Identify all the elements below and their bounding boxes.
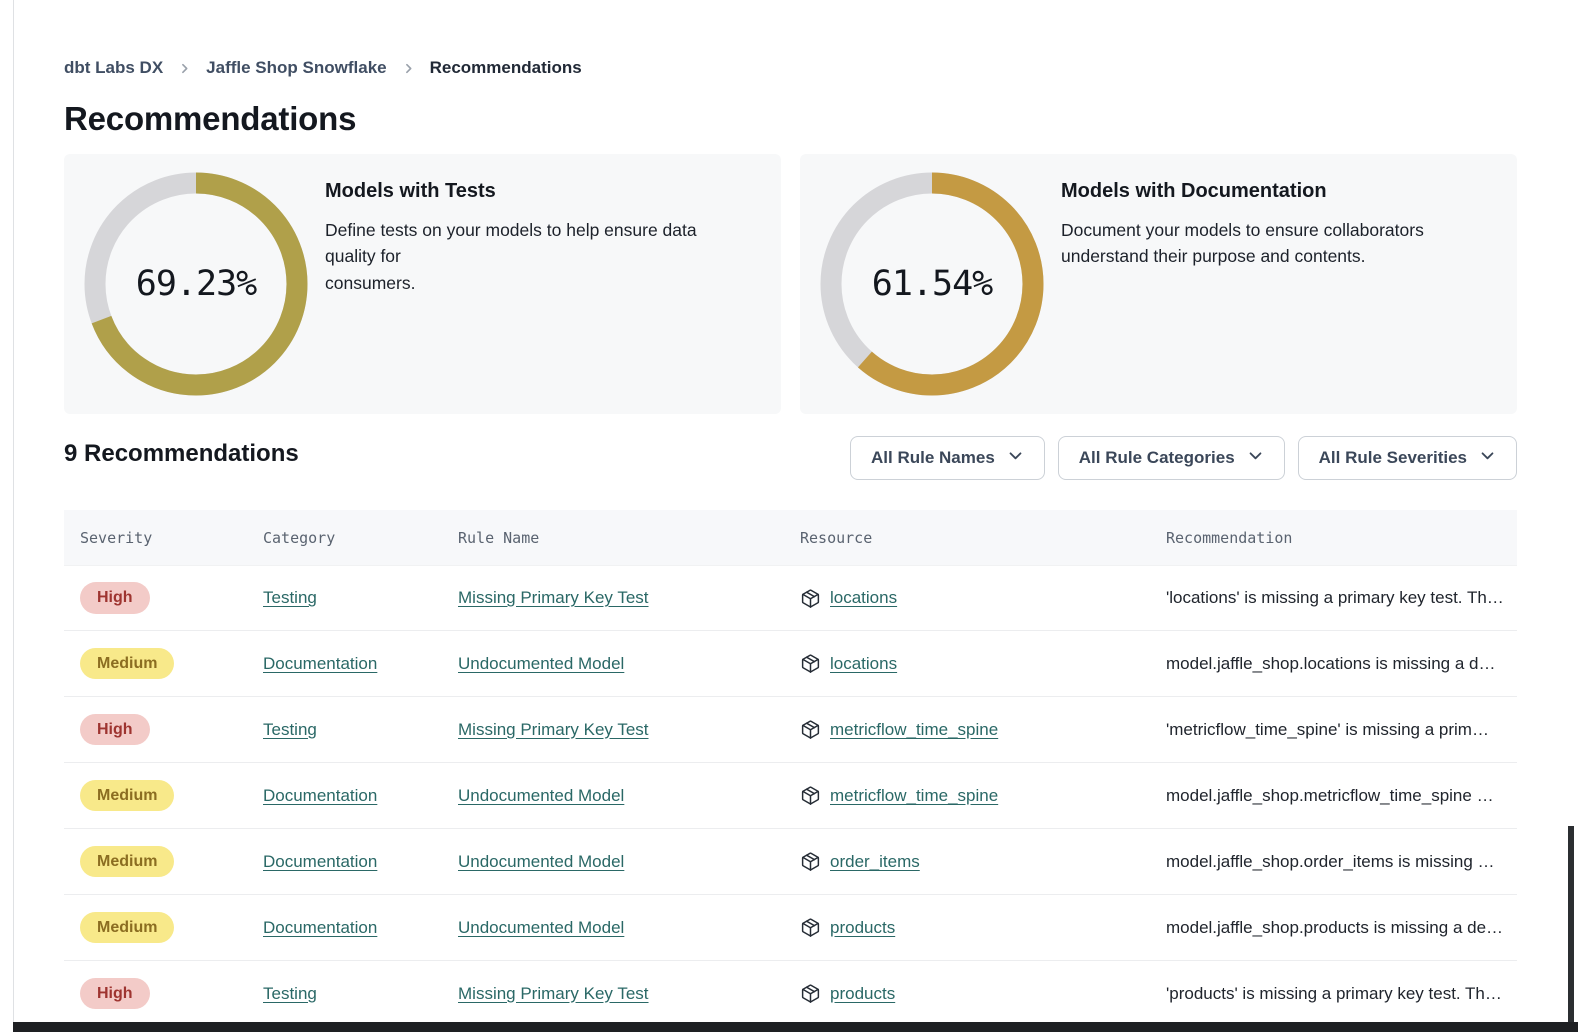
- recommendations-page: dbt Labs DX Jaffle Shop Snowflake Recomm…: [0, 0, 1578, 1032]
- resource-link[interactable]: order_items: [830, 852, 920, 872]
- models-with-tests-card: 69.23% Models with Tests Define tests on…: [64, 154, 781, 414]
- resource-link[interactable]: metricflow_time_spine: [830, 786, 998, 806]
- docs-card-title: Models with Documentation: [1061, 180, 1424, 203]
- filter-bar: All Rule Names All Rule Categories All R…: [850, 436, 1517, 480]
- severity-badge: Medium: [80, 912, 174, 943]
- model-cube-icon: [800, 917, 821, 938]
- breadcrumb-current: Recommendations: [430, 58, 582, 78]
- chevron-right-icon: [178, 62, 191, 75]
- table-header-row: Severity Category Rule Name Resource Rec…: [64, 510, 1517, 565]
- tests-card-description: Define tests on your models to help ensu…: [325, 217, 751, 296]
- docs-card-description: Document your models to ensure collabora…: [1061, 217, 1424, 270]
- column-header-resource: Resource: [800, 529, 1166, 547]
- category-link[interactable]: Testing: [263, 720, 317, 739]
- recommendation-text: model.jaffle_shop.metricflow_time_spine …: [1166, 786, 1517, 806]
- model-cube-icon: [800, 785, 821, 806]
- category-link[interactable]: Documentation: [263, 918, 377, 937]
- docs-percent-value: 61.54%: [820, 172, 1044, 396]
- bottom-window-edge: [13, 1022, 1578, 1032]
- tests-percent-value: 69.23%: [84, 172, 308, 396]
- tests-donut-chart: 69.23%: [84, 172, 308, 396]
- vertical-scrollbar-thumb[interactable]: [1568, 826, 1574, 1032]
- category-link[interactable]: Documentation: [263, 654, 377, 673]
- recommendation-text: model.jaffle_shop.order_items is missing…: [1166, 852, 1517, 872]
- rule-names-filter-dropdown[interactable]: All Rule Names: [850, 436, 1045, 480]
- severity-badge: Medium: [80, 780, 174, 811]
- table-row: High Testing Missing Primary Key Test me…: [64, 697, 1517, 763]
- table-row: Medium Documentation Undocumented Model …: [64, 631, 1517, 697]
- table-body: High Testing Missing Primary Key Test lo…: [64, 565, 1517, 1027]
- breadcrumb-project[interactable]: dbt Labs DX: [64, 58, 163, 78]
- category-link[interactable]: Testing: [263, 984, 317, 1003]
- column-header-rule-name: Rule Name: [458, 529, 800, 547]
- rule-severities-filter-label: All Rule Severities: [1319, 448, 1467, 468]
- model-cube-icon: [800, 983, 821, 1004]
- recommendation-text: model.jaffle_shop.products is missing a …: [1166, 918, 1517, 938]
- rule-categories-filter-label: All Rule Categories: [1079, 448, 1235, 468]
- left-edge-divider: [13, 0, 14, 1022]
- severity-badge: Medium: [80, 648, 174, 679]
- column-header-recommendation: Recommendation: [1166, 529, 1517, 547]
- rule-categories-filter-dropdown[interactable]: All Rule Categories: [1058, 436, 1285, 480]
- rule-names-filter-label: All Rule Names: [871, 448, 995, 468]
- chevron-down-icon: [1479, 447, 1496, 469]
- table-row: Medium Documentation Undocumented Model …: [64, 895, 1517, 961]
- recommendation-text: 'products' is missing a primary key test…: [1166, 984, 1517, 1004]
- recommendation-text: model.jaffle_shop.locations is missing a…: [1166, 654, 1517, 674]
- column-header-severity: Severity: [80, 529, 263, 547]
- rule-name-link[interactable]: Undocumented Model: [458, 852, 624, 871]
- resource-link[interactable]: metricflow_time_spine: [830, 720, 998, 740]
- rule-name-link[interactable]: Missing Primary Key Test: [458, 588, 649, 607]
- category-link[interactable]: Documentation: [263, 852, 377, 871]
- severity-badge: High: [80, 714, 150, 745]
- category-link[interactable]: Testing: [263, 588, 317, 607]
- breadcrumb: dbt Labs DX Jaffle Shop Snowflake Recomm…: [64, 58, 582, 78]
- category-link[interactable]: Documentation: [263, 786, 377, 805]
- metric-cards: 69.23% Models with Tests Define tests on…: [64, 154, 1517, 414]
- column-header-category: Category: [263, 529, 458, 547]
- severity-badge: High: [80, 582, 150, 613]
- chevron-right-icon: [402, 62, 415, 75]
- rule-name-link[interactable]: Undocumented Model: [458, 654, 624, 673]
- severity-badge: Medium: [80, 846, 174, 877]
- recommendation-text: 'metricflow_time_spine' is missing a pri…: [1166, 720, 1517, 740]
- resource-link[interactable]: products: [830, 918, 895, 938]
- table-row: High Testing Missing Primary Key Test lo…: [64, 565, 1517, 631]
- tests-card-text: Models with Tests Define tests on your m…: [325, 154, 781, 296]
- page-title: Recommendations: [64, 100, 356, 138]
- table-row: High Testing Missing Primary Key Test pr…: [64, 961, 1517, 1027]
- table-row: Medium Documentation Undocumented Model …: [64, 829, 1517, 895]
- model-cube-icon: [800, 851, 821, 872]
- chevron-down-icon: [1247, 447, 1264, 469]
- rule-name-link[interactable]: Undocumented Model: [458, 786, 624, 805]
- resource-link[interactable]: locations: [830, 654, 897, 674]
- chevron-down-icon: [1007, 447, 1024, 469]
- recommendations-table: Severity Category Rule Name Resource Rec…: [64, 510, 1517, 1027]
- resource-link[interactable]: locations: [830, 588, 897, 608]
- breadcrumb-environment[interactable]: Jaffle Shop Snowflake: [206, 58, 386, 78]
- model-cube-icon: [800, 719, 821, 740]
- severity-badge: High: [80, 978, 150, 1009]
- model-cube-icon: [800, 653, 821, 674]
- table-row: Medium Documentation Undocumented Model …: [64, 763, 1517, 829]
- tests-card-title: Models with Tests: [325, 180, 751, 203]
- model-cube-icon: [800, 588, 821, 609]
- resource-link[interactable]: products: [830, 984, 895, 1004]
- docs-donut-chart: 61.54%: [820, 172, 1044, 396]
- models-with-documentation-card: 61.54% Models with Documentation Documen…: [800, 154, 1517, 414]
- rule-name-link[interactable]: Missing Primary Key Test: [458, 720, 649, 739]
- rule-name-link[interactable]: Missing Primary Key Test: [458, 984, 649, 1003]
- docs-card-text: Models with Documentation Document your …: [1061, 154, 1454, 270]
- rule-name-link[interactable]: Undocumented Model: [458, 918, 624, 937]
- rule-severities-filter-dropdown[interactable]: All Rule Severities: [1298, 436, 1517, 480]
- recommendation-text: 'locations' is missing a primary key tes…: [1166, 588, 1517, 608]
- recommendations-count-heading: 9 Recommendations: [64, 440, 299, 468]
